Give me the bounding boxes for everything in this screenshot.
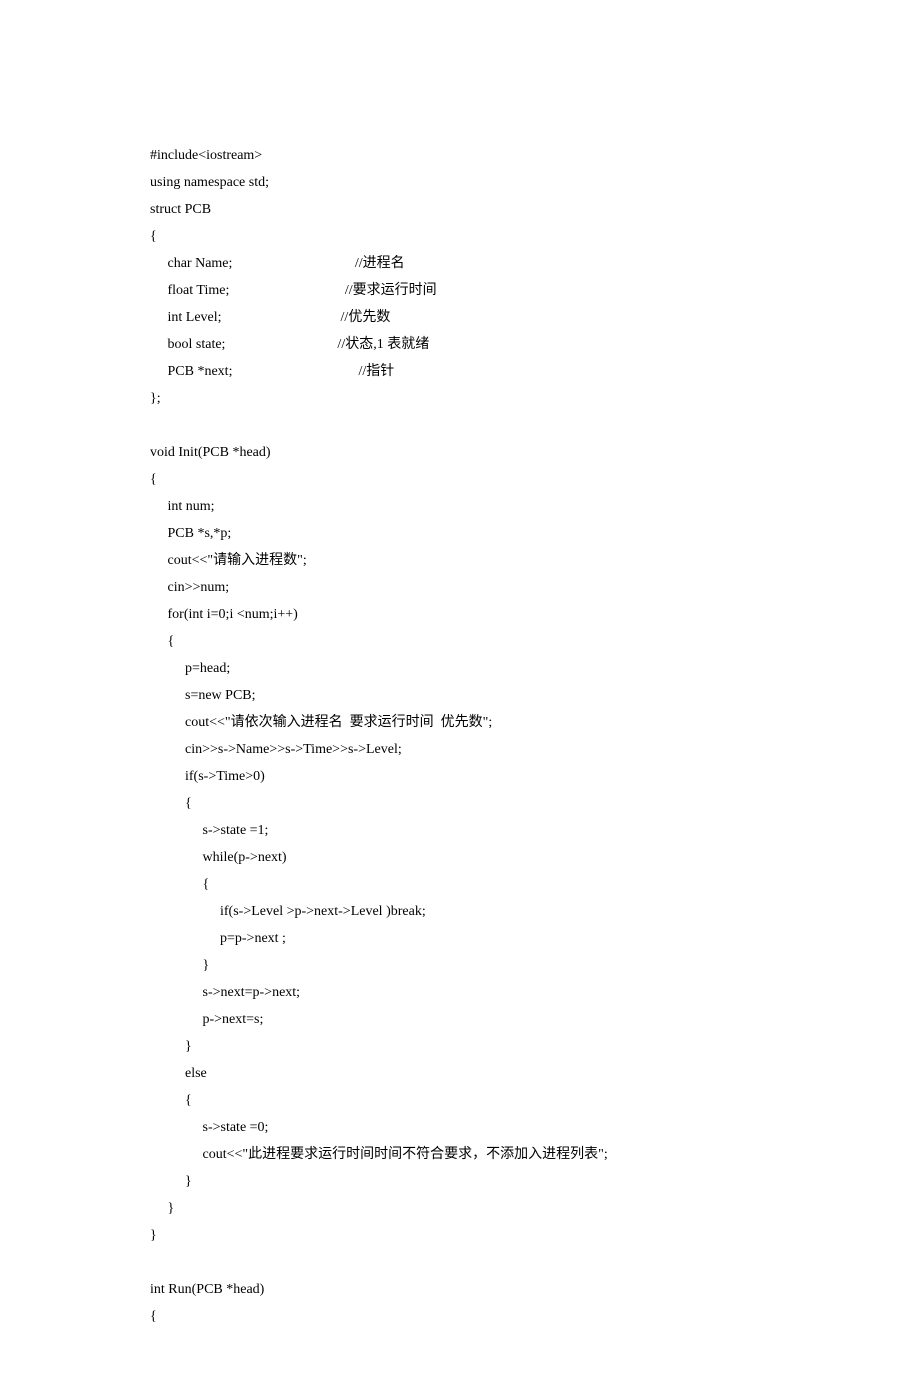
code-line: bool state; //状态,1 表就绪: [150, 337, 429, 352]
code-line: p=head;: [150, 661, 230, 676]
code-line: {: [150, 1093, 192, 1108]
code-line: s->state =0;: [150, 1120, 268, 1135]
code-line: using namespace std;: [150, 175, 269, 190]
code-line: PCB *next; //指针: [150, 364, 394, 379]
code-line: for(int i=0;i <num;i++): [150, 607, 298, 622]
code-line: float Time; //要求运行时间: [150, 283, 437, 298]
code-line: };: [150, 391, 161, 406]
code-line: }: [150, 958, 209, 973]
code-line: p->next=s;: [150, 1012, 263, 1027]
code-line: cout<<"请依次输入进程名 要求运行时间 优先数";: [150, 715, 492, 730]
code-page: #include<iostream> using namespace std; …: [0, 0, 920, 1390]
code-line: int Run(PCB *head): [150, 1282, 264, 1297]
code-line: s->next=p->next;: [150, 985, 300, 1000]
code-line: void Init(PCB *head): [150, 445, 271, 460]
code-line: }: [150, 1174, 192, 1189]
code-line: {: [150, 634, 174, 649]
code-line: int Level; //优先数: [150, 310, 390, 325]
code-line: }: [150, 1228, 157, 1243]
code-line: struct PCB: [150, 202, 211, 217]
code-line: #include<iostream>: [150, 148, 262, 163]
code-line: {: [150, 472, 157, 487]
code-line: s->state =1;: [150, 823, 268, 838]
code-line: }: [150, 1201, 174, 1216]
code-line: while(p->next): [150, 850, 287, 865]
code-line: {: [150, 229, 157, 244]
code-line: PCB *s,*p;: [150, 526, 231, 541]
code-line: p=p->next ;: [150, 931, 286, 946]
code-line: {: [150, 1309, 157, 1324]
code-line: }: [150, 1039, 192, 1054]
code-line: cin>>s->Name>>s->Time>>s->Level;: [150, 742, 402, 757]
code-line: {: [150, 877, 209, 892]
code-line: else: [150, 1066, 207, 1081]
code-line: cout<<"此进程要求运行时间时间不符合要求，不添加入进程列表";: [150, 1147, 608, 1162]
code-line: {: [150, 796, 192, 811]
code-line: cout<<"请输入进程数";: [150, 553, 307, 568]
code-line: int num;: [150, 499, 215, 514]
code-line: if(s->Level >p->next->Level )break;: [150, 904, 426, 919]
code-line: if(s->Time>0): [150, 769, 265, 784]
code-line: cin>>num;: [150, 580, 229, 595]
code-line: char Name; //进程名: [150, 256, 405, 271]
code-line: s=new PCB;: [150, 688, 256, 703]
